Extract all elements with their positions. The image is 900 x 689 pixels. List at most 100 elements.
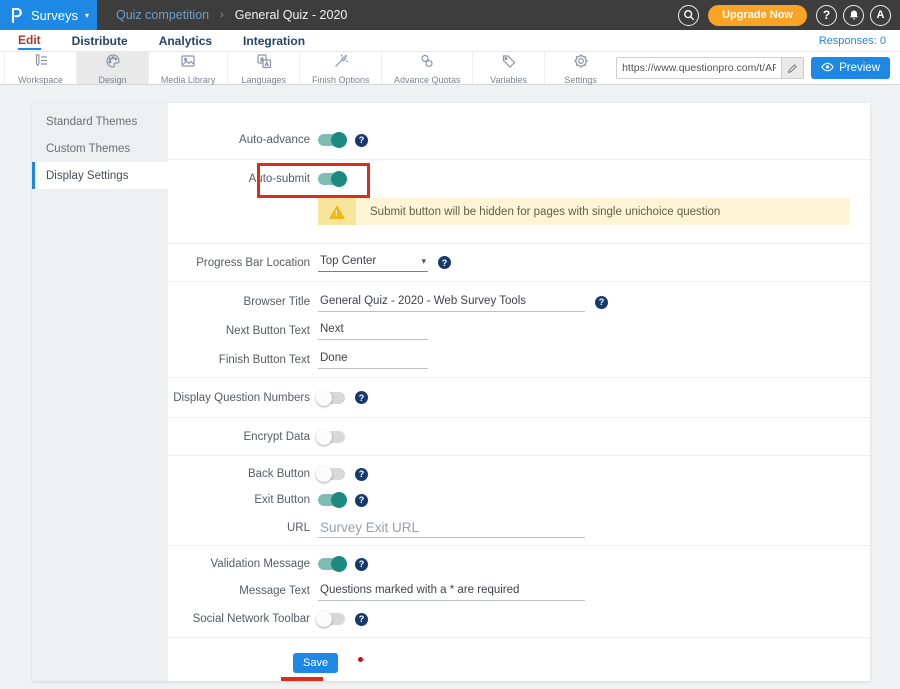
toolbar-item-advance-quotas[interactable]: Advance Quotas [381, 52, 472, 84]
validation-message-toggle[interactable] [318, 558, 345, 570]
tab-integration[interactable]: Integration [243, 33, 305, 49]
toolbar-item-variables[interactable]: Variables [472, 52, 544, 84]
encrypt-data-label: Encrypt Data [168, 431, 310, 443]
sidebar-item-display-settings[interactable]: Display Settings [32, 162, 168, 189]
image-icon [180, 53, 196, 74]
toolbar-right: Preview [616, 52, 900, 84]
auto-advance-label: Auto-advance [168, 134, 310, 146]
design-panel: Standard Themes Custom Themes Display Se… [32, 103, 870, 681]
sidebar-item-standard-themes[interactable]: Standard Themes [32, 108, 168, 135]
design-sidebar: Standard Themes Custom Themes Display Se… [32, 103, 168, 681]
survey-nav: Edit Distribute Analytics Integration Re… [0, 30, 900, 52]
progress-bar-help-icon[interactable]: ? [438, 256, 451, 269]
browser-title-help-icon[interactable]: ? [595, 296, 608, 309]
breadcrumb-separator-icon: › [220, 9, 224, 21]
workspace-list-icon [33, 53, 49, 74]
magic-wand-icon [333, 53, 349, 74]
warning-triangle-icon: ! [329, 205, 345, 219]
breadcrumb-survey-name: General Quiz - 2020 [235, 8, 348, 22]
questionpro-logo-icon [9, 6, 24, 24]
sidebar-item-custom-themes[interactable]: Custom Themes [32, 135, 168, 162]
section-question-numbers: Display Question Numbers ? [168, 378, 870, 418]
search-icon[interactable] [678, 5, 699, 26]
next-button-text-input[interactable] [318, 321, 428, 340]
edit-url-pencil-icon[interactable] [781, 58, 803, 78]
progress-bar-location-label: Progress Bar Location [168, 257, 310, 269]
auto-submit-toggle[interactable] [318, 173, 345, 185]
header-actions: Upgrade Now ? A [678, 5, 900, 26]
exit-url-input[interactable] [318, 518, 585, 538]
auto-advance-toggle[interactable] [318, 134, 345, 146]
social-network-toolbar-help-icon[interactable]: ? [355, 613, 368, 626]
red-annotation-dot [358, 657, 363, 662]
upgrade-now-button[interactable]: Upgrade Now [708, 5, 807, 26]
display-settings-form: Auto-advance ? Auto-submit [168, 103, 870, 681]
section-navigation-buttons: Back Button ? Exit Button ? [168, 456, 870, 546]
warning-icon-cell: ! [318, 198, 356, 225]
section-auto-submit: Auto-submit ! Submit button will be hidd… [168, 166, 870, 244]
palette-icon [105, 53, 121, 74]
back-button-help-icon[interactable]: ? [355, 468, 368, 481]
page-body: Standard Themes Custom Themes Display Se… [0, 85, 900, 689]
auto-advance-help-icon[interactable]: ? [355, 134, 368, 147]
back-button-toggle[interactable] [318, 468, 345, 480]
avatar[interactable]: A [870, 5, 891, 26]
survey-url-input[interactable] [617, 58, 781, 78]
save-button[interactable]: Save [293, 653, 338, 673]
section-save: Save [168, 638, 870, 687]
survey-url-box [616, 57, 804, 79]
next-button-text-label: Next Button Text [168, 325, 310, 337]
questionpro-app: Surveys ▾ Quiz competition › General Qui… [0, 0, 900, 689]
section-auto-advance: Auto-advance ? [168, 103, 870, 160]
responses-count[interactable]: Responses: 0 [819, 35, 886, 47]
validation-message-label: Validation Message [168, 558, 310, 570]
display-question-numbers-toggle[interactable] [318, 392, 345, 404]
chevron-down-icon: ▾ [421, 256, 426, 267]
eye-icon [821, 62, 834, 75]
edit-toolbar: Workspace Design Media Library Languages… [0, 52, 900, 85]
encrypt-data-toggle[interactable] [318, 431, 345, 443]
toolbar-item-design[interactable]: Design [76, 52, 148, 84]
product-menu-label: Surveys [31, 8, 78, 23]
breadcrumb-folder[interactable]: Quiz competition [116, 8, 209, 22]
top-header: Surveys ▾ Quiz competition › General Qui… [0, 0, 900, 30]
chevron-down-icon: ▾ [85, 11, 89, 20]
translate-icon [256, 53, 272, 74]
progress-bar-location-select[interactable]: Top Center ▾ [318, 253, 428, 272]
tab-distribute[interactable]: Distribute [72, 33, 128, 49]
message-text-input[interactable] [318, 582, 585, 601]
back-button-label: Back Button [168, 468, 310, 480]
display-question-numbers-label: Display Question Numbers [168, 392, 310, 404]
notifications-bell-icon[interactable] [843, 5, 864, 26]
chain-links-icon [419, 53, 435, 74]
toolbar-item-media-library[interactable]: Media Library [148, 52, 227, 84]
toolbar-item-settings[interactable]: Settings [544, 52, 616, 84]
tab-analytics[interactable]: Analytics [159, 33, 212, 49]
toolbar-item-languages[interactable]: Languages [227, 52, 299, 84]
preview-button[interactable]: Preview [811, 57, 890, 79]
message-text-label: Message Text [168, 585, 310, 597]
social-network-toolbar-label: Social Network Toolbar [168, 613, 310, 625]
help-icon[interactable]: ? [816, 5, 837, 26]
validation-message-help-icon[interactable]: ? [355, 558, 368, 571]
section-encrypt-data: Encrypt Data [168, 418, 870, 456]
surveys-product-menu[interactable]: Surveys ▾ [0, 0, 97, 30]
finish-button-text-input[interactable] [318, 350, 428, 369]
browser-title-input[interactable] [318, 293, 585, 312]
exit-button-label: Exit Button [168, 494, 310, 506]
exit-button-help-icon[interactable]: ? [355, 494, 368, 507]
red-annotation-underline [281, 677, 323, 681]
toolbar-item-finish-options[interactable]: Finish Options [299, 52, 381, 84]
tab-edit[interactable]: Edit [18, 32, 41, 50]
auto-submit-warning: ! Submit button will be hidden for pages… [318, 198, 850, 225]
section-text-fields: Browser Title ? Next Button Text Fin [168, 282, 870, 378]
breadcrumb: Quiz competition › General Quiz - 2020 [116, 8, 347, 22]
toolbar-item-workspace[interactable]: Workspace [4, 52, 76, 84]
display-question-numbers-help-icon[interactable]: ? [355, 391, 368, 404]
exit-url-label: URL [168, 522, 310, 534]
browser-title-label: Browser Title [168, 296, 310, 308]
section-progress-bar: Progress Bar Location Top Center ▾ ? [168, 244, 870, 282]
section-validation: Validation Message ? Message Text So [168, 546, 870, 638]
exit-button-toggle[interactable] [318, 494, 345, 506]
social-network-toolbar-toggle[interactable] [318, 613, 345, 625]
